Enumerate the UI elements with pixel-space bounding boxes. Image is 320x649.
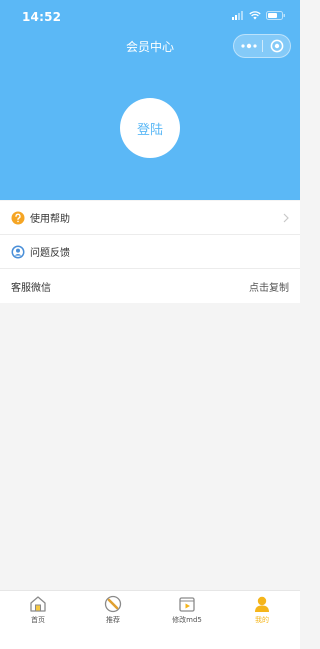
menu-item-help[interactable]: 使用帮助 [0,201,300,235]
menu-item-label: 客服微信 [11,282,51,294]
tab-recommend[interactable]: 推荐 [83,595,143,625]
feedback-user-icon [11,245,25,259]
tab-label: 推荐 [106,616,120,624]
tab-bar: 首页 推荐 修改md5 我的 [0,590,300,649]
tab-label: 修改md5 [172,616,202,624]
chevron-right-icon [283,213,289,223]
more-icon[interactable] [240,39,258,53]
mini-program-capsule [233,34,291,58]
tab-home[interactable]: 首页 [8,595,68,625]
wifi-icon [249,11,261,20]
menu-item-label: 使用帮助 [30,214,70,225]
copy-wechat-link[interactable]: 点击复制 [249,279,289,294]
menu-item-feedback[interactable]: 问题反馈 [0,235,300,269]
status-icons [232,11,286,20]
capsule-divider [262,40,263,52]
tab-label: 我的 [255,616,269,624]
tab-label: 首页 [31,616,45,624]
recommend-icon [104,595,122,613]
menu-list: 使用帮助 问题反馈 客服微信 点击复制 [0,201,300,303]
menu-item-wechat-service: 客服微信 点击复制 [0,269,300,303]
tab-modify-md5[interactable]: 修改md5 [157,595,217,625]
home-icon [30,596,46,612]
close-mini-program-icon[interactable] [270,39,284,53]
user-icon [255,596,269,612]
login-button[interactable]: 登陆 [120,98,180,158]
video-icon [179,597,195,612]
status-time: 14:52 [22,10,62,24]
menu-item-label: 问题反馈 [30,248,70,259]
signal-icon [232,11,243,20]
status-bar: 14:52 [0,0,300,32]
help-icon [11,211,25,225]
tab-mine[interactable]: 我的 [232,595,292,625]
header: 14:52 会员中心 登陆 [0,0,300,200]
battery-icon [266,11,285,20]
